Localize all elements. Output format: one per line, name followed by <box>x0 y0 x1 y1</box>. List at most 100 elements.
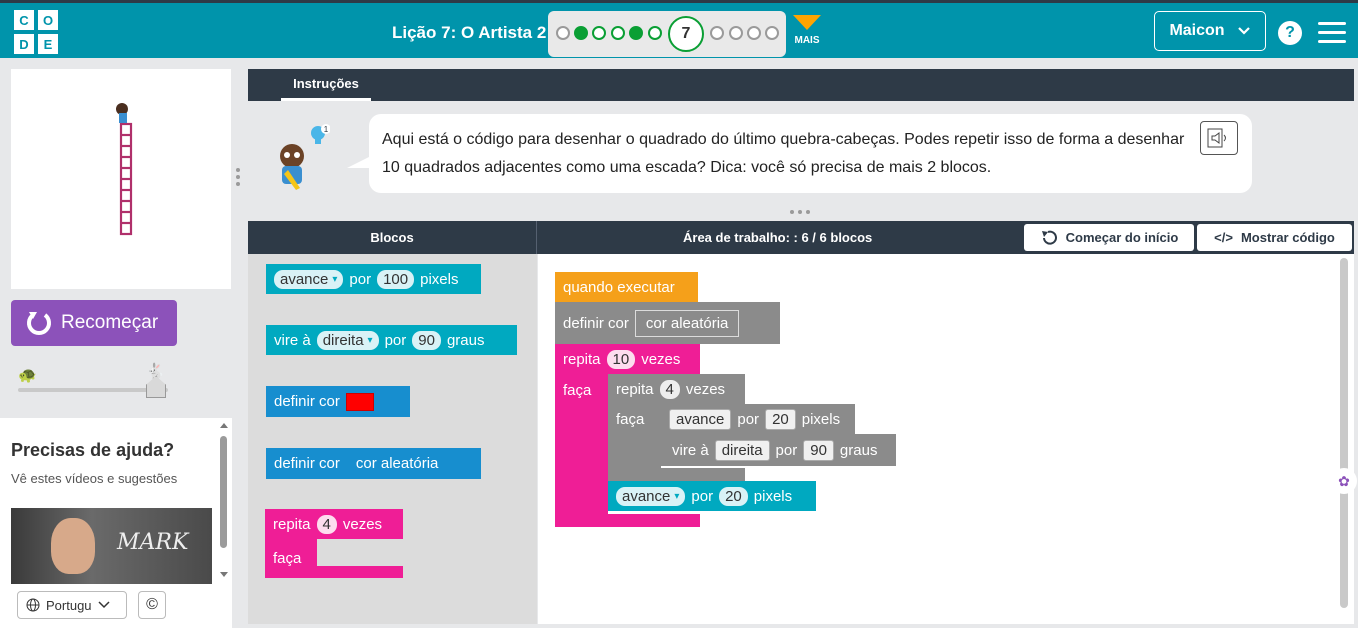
video-thumbnail[interactable]: MARK <box>11 508 212 584</box>
number-field[interactable]: 100 <box>377 269 415 289</box>
block-text: faça <box>616 411 645 428</box>
toolbox-move-block[interactable]: avance por 100 pixels <box>266 264 481 294</box>
number-field[interactable]: 90 <box>803 439 834 461</box>
level-dot[interactable] <box>710 26 724 40</box>
level-dot[interactable] <box>747 26 761 40</box>
level-dot[interactable] <box>556 26 570 40</box>
text-to-speech-button[interactable] <box>1200 121 1238 155</box>
start-over-label: Começar do início <box>1065 230 1179 245</box>
toolbox-repeat-block[interactable]: repita 4 vezes <box>265 509 403 539</box>
user-menu-button[interactable]: Maicon <box>1154 11 1266 51</box>
brain-icon[interactable]: ✿ <box>1331 468 1357 494</box>
code-icon: </> <box>1214 230 1233 245</box>
repeat-count-field[interactable]: 10 <box>606 349 636 369</box>
logo-letter: C <box>14 10 34 30</box>
color-swatch[interactable] <box>345 392 374 411</box>
block-text: definir cor <box>274 455 340 472</box>
direction-dropdown[interactable]: direita <box>714 439 770 461</box>
resize-handle[interactable] <box>236 168 240 190</box>
workspace: quando executar definir cor cor aleatóri… <box>538 254 1354 624</box>
block-text: repita <box>616 380 654 398</box>
undo-icon <box>1041 230 1057 245</box>
scroll-down-icon[interactable] <box>218 570 230 580</box>
speech-bubble-tail <box>347 156 371 168</box>
level-dot[interactable] <box>729 26 743 40</box>
scroll-thumb[interactable] <box>220 436 227 548</box>
chevron-down-icon <box>98 601 110 609</box>
block-text: faça <box>563 382 592 399</box>
code-logo[interactable]: C O D E <box>14 10 58 54</box>
outer-repeat-do: faça <box>555 374 608 516</box>
help-subtitle: Vê estes vídeos e sugestões <box>11 471 178 486</box>
drawing-canvas <box>11 69 231 289</box>
block-text: por <box>737 410 760 428</box>
toolbox-repeat-bottom <box>265 566 403 578</box>
speed-slider[interactable]: 🐢 🐇 <box>18 362 170 398</box>
inner-move-block[interactable]: avance por 20 pixels <box>661 404 855 434</box>
workspace-header: Blocos Área de trabalho: : 6 / 6 blocos … <box>248 221 1354 254</box>
move-dropdown[interactable]: avance <box>616 486 686 506</box>
level-dot[interactable] <box>611 26 625 40</box>
when-run-block[interactable]: quando executar <box>555 272 698 302</box>
workspace-scrollbar[interactable] <box>1340 258 1348 608</box>
outer-repeat-block[interactable]: repita 10 vezes <box>555 344 700 374</box>
set-color-block[interactable]: definir cor cor aleatória <box>555 302 780 344</box>
toolbox-set-color-block[interactable]: definir cor <box>266 386 410 417</box>
level-dot[interactable] <box>592 26 606 40</box>
toolbox-turn-block[interactable]: vire à direita por 90 graus <box>266 325 517 355</box>
level-dot[interactable] <box>765 26 779 40</box>
level-dot[interactable] <box>629 26 643 40</box>
tab-instructions[interactable]: Instruções <box>281 69 371 101</box>
inner-repeat-bottom <box>608 468 745 482</box>
block-text: vezes <box>641 350 681 368</box>
show-code-label: Mostrar código <box>1240 230 1335 245</box>
block-text: por <box>775 441 798 459</box>
move-dropdown[interactable]: avance <box>274 269 344 289</box>
help-title: Precisas de ajuda? <box>11 440 175 460</box>
level-progress: 7 <box>548 11 786 57</box>
random-color-slot[interactable]: cor aleatória <box>634 309 740 337</box>
reset-icon <box>27 312 51 335</box>
more-label: MAIS <box>794 35 820 46</box>
slider-track[interactable] <box>18 388 168 392</box>
reset-button[interactable]: Recomeçar <box>11 300 177 346</box>
level-dot[interactable] <box>648 26 662 40</box>
inner-turn-block[interactable]: vire à direita por 90 graus <box>661 434 896 466</box>
show-code-button[interactable]: </> Mostrar código <box>1197 224 1352 251</box>
current-level-dot[interactable]: 7 <box>668 16 704 52</box>
inner-repeat-block[interactable]: repita 4 vezes <box>608 374 745 404</box>
help-scrollbar[interactable] <box>218 418 230 584</box>
move-dropdown[interactable]: avance <box>669 408 732 430</box>
number-field[interactable]: 90 <box>412 330 441 350</box>
toolbox-title: Blocos <box>248 221 537 254</box>
block-text: graus <box>839 441 878 459</box>
lesson-title[interactable]: Lição 7: O Artista 2 <box>392 23 546 43</box>
level-dot[interactable] <box>574 26 588 40</box>
more-button[interactable]: MAIS <box>792 15 822 46</box>
copyright-button[interactable]: © <box>138 591 166 619</box>
lightbulb-hint-icon[interactable]: 1 <box>310 124 330 148</box>
resize-handle[interactable] <box>790 210 814 216</box>
block-text: graus <box>446 331 485 349</box>
outer-move-block[interactable]: avance por 20 pixels <box>608 481 816 511</box>
language-select[interactable]: Portugu <box>17 591 127 619</box>
start-over-button[interactable]: Começar do início <box>1024 224 1194 251</box>
number-field[interactable]: 20 <box>719 486 748 506</box>
direction-dropdown[interactable]: direita <box>316 330 379 350</box>
block-text: repita <box>563 350 601 368</box>
block-text: pixels <box>753 487 793 505</box>
hamburger-menu-icon[interactable] <box>1318 22 1346 44</box>
help-button[interactable]: ? <box>1278 21 1302 45</box>
number-field[interactable]: 4 <box>316 514 337 534</box>
artist-drawing <box>116 103 133 236</box>
reset-label: Recomeçar <box>61 312 159 333</box>
repeat-count-field[interactable]: 4 <box>659 379 680 399</box>
block-text: cor aleatória <box>355 455 439 472</box>
hint-count-badge: 1 <box>324 125 329 134</box>
toolbox-set-random-color-block[interactable]: definir cor cor aleatória <box>266 448 481 479</box>
outer-repeat-bottom <box>555 514 700 527</box>
user-name: Maicon <box>1169 22 1225 39</box>
logo-letter: O <box>38 10 58 30</box>
scroll-up-icon[interactable] <box>218 420 230 430</box>
number-field[interactable]: 20 <box>765 408 796 430</box>
